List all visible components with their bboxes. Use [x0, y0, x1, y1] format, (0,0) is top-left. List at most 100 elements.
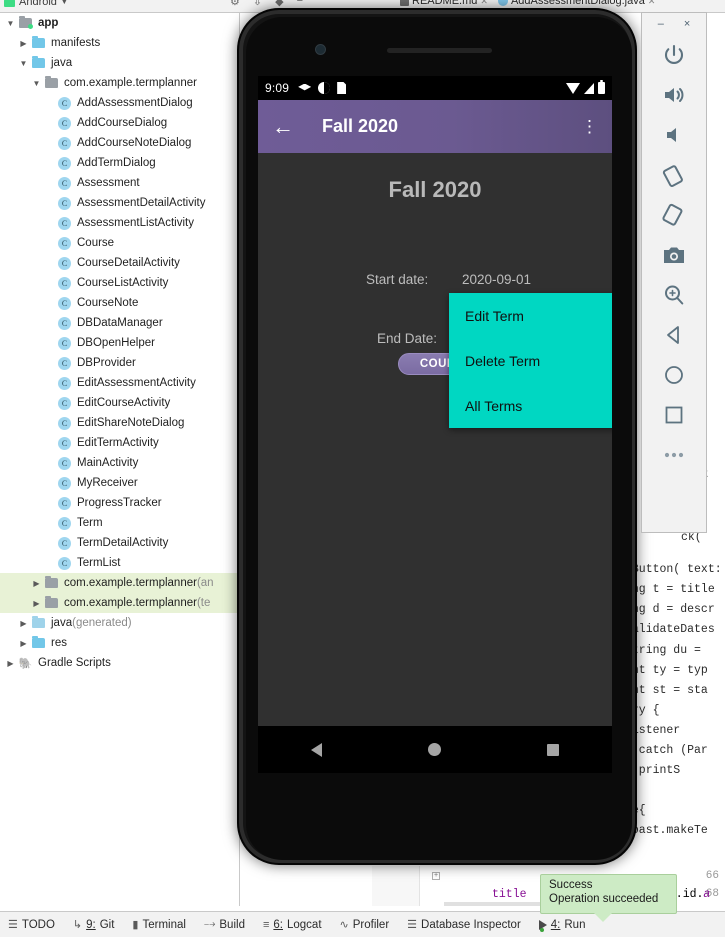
chevron-right-icon[interactable]	[30, 579, 43, 588]
overflow-menu-icon[interactable]: ⋮	[581, 118, 598, 135]
overview-icon[interactable]	[641, 395, 707, 435]
status-item-git[interactable]: ↳ 9: Git	[73, 918, 115, 932]
menu-item-all-terms[interactable]: All Terms	[449, 383, 612, 428]
chevron-right-icon[interactable]	[17, 619, 30, 628]
tree-item-courselistactivity[interactable]: C CourseListActivity	[0, 273, 240, 293]
tree-item-edittermactivity[interactable]: C EditTermActivity	[0, 433, 240, 453]
hide-icon[interactable]: −	[297, 0, 303, 8]
status-item-todo[interactable]: ☰ TODO	[8, 918, 55, 932]
notification-balloon[interactable]: Success Operation succeeded	[540, 874, 677, 914]
tree-item-java[interactable]: java	[0, 53, 240, 73]
tree-item-dbdatamanager[interactable]: C DBDataManager	[0, 313, 240, 333]
tree-item-suffix: (generated)	[72, 617, 132, 629]
status-item-database-inspector[interactable]: ☰ Database Inspector	[407, 918, 521, 932]
tree-item-manifests[interactable]: manifests	[0, 33, 240, 53]
code-fold-icon[interactable]: +	[432, 872, 440, 880]
chevron-right-icon[interactable]	[4, 659, 17, 668]
collapse-all-icon[interactable]: ⇩	[253, 0, 262, 8]
project-tree-panel[interactable]: app manifests java com.example.termplanner C…	[0, 13, 240, 906]
tree-item-addcoursenotedialog[interactable]: C AddCourseNoteDialog	[0, 133, 240, 153]
status-item-database-label: Database Inspector	[421, 918, 521, 931]
close-icon[interactable]: ✕	[648, 0, 656, 7]
code-line: Toast.makeTe	[625, 824, 708, 837]
status-item-run[interactable]: 4: Run	[538, 919, 585, 932]
tree-item-dbopenhelper[interactable]: C DBOpenHelper	[0, 333, 240, 353]
close-icon[interactable]: ✕	[480, 0, 488, 7]
tree-item-com-example-termplanner[interactable]: com.example.termplanner	[0, 73, 240, 93]
overflow-popup-menu[interactable]: Edit Term Delete Term All Terms	[449, 293, 612, 428]
more-icon[interactable]	[641, 435, 707, 475]
tree-item-coursedetailactivity[interactable]: C CourseDetailActivity	[0, 253, 240, 273]
start-date-label: Start date:	[366, 272, 429, 287]
arrow-back-icon[interactable]: ←	[272, 115, 294, 138]
tree-item-assessmentdetailactivity[interactable]: C AssessmentDetailActivity	[0, 193, 240, 213]
locate-icon[interactable]: ◆	[275, 0, 283, 8]
close-icon[interactable]: ×	[684, 18, 690, 30]
tab-addassessmentdialog[interactable]: AddAssessmentDialog.java ✕	[497, 0, 656, 7]
chevron-down-icon[interactable]	[17, 59, 30, 68]
back-nav-icon[interactable]	[311, 742, 322, 757]
tree-item-term[interactable]: C Term	[0, 513, 240, 533]
tree-item-addtermdialog[interactable]: C AddTermDialog	[0, 153, 240, 173]
chevron-down-icon[interactable]	[30, 79, 43, 88]
status-item-terminal[interactable]: ▮ Terminal	[132, 918, 186, 932]
settings-icon[interactable]: ⚙	[230, 0, 240, 8]
tree-item-label: TermDetailActivity	[77, 537, 169, 549]
tree-item-progresstracker[interactable]: C ProgressTracker	[0, 493, 240, 513]
zoom-icon[interactable]	[641, 275, 707, 315]
tree-item-res[interactable]: res	[0, 633, 240, 653]
home-icon[interactable]	[641, 355, 707, 395]
tree-item-mainactivity[interactable]: C MainActivity	[0, 453, 240, 473]
tree-item-editassessmentactivity[interactable]: C EditAssessmentActivity	[0, 373, 240, 393]
chevron-right-icon[interactable]	[17, 639, 30, 648]
status-item-build[interactable]: ⤍ Build	[204, 918, 245, 931]
status-item-git-prefix: 9:	[86, 918, 96, 931]
tab-readme[interactable]: README.md ✕	[400, 0, 488, 7]
volume-up-icon[interactable]	[641, 75, 707, 115]
tree-item-label: Assessment	[77, 177, 140, 189]
todo-icon: ☰	[8, 919, 18, 931]
tree-item-java[interactable]: java (generated)	[0, 613, 240, 633]
screenshot-camera-icon[interactable]	[641, 235, 707, 275]
power-icon[interactable]	[641, 35, 707, 75]
volume-down-icon[interactable]	[641, 115, 707, 155]
status-item-logcat[interactable]: ≡ 6: Logcat	[263, 919, 322, 931]
tree-item-addassessmentdialog[interactable]: C AddAssessmentDialog	[0, 93, 240, 113]
view-selector[interactable]: Android ▼	[4, 0, 68, 8]
back-icon[interactable]	[641, 315, 707, 355]
front-camera-icon	[315, 44, 326, 55]
tree-item-label: EditShareNoteDialog	[77, 417, 185, 429]
chevron-right-icon[interactable]	[17, 39, 30, 48]
home-nav-icon[interactable]	[428, 743, 441, 756]
tree-item-editsharenotedialog[interactable]: C EditShareNoteDialog	[0, 413, 240, 433]
status-item-profiler[interactable]: ∿ Profiler	[340, 918, 390, 932]
tree-item-editcourseactivity[interactable]: C EditCourseActivity	[0, 393, 240, 413]
tree-item-assessmentlistactivity[interactable]: C AssessmentListActivity	[0, 213, 240, 233]
tree-item-com-example-termplanner[interactable]: com.example.termplanner (an	[0, 573, 240, 593]
tree-item-assessment[interactable]: C Assessment	[0, 173, 240, 193]
tree-item-coursenote[interactable]: C CourseNote	[0, 293, 240, 313]
tree-item-termlist[interactable]: C TermList	[0, 553, 240, 573]
menu-item-edit-term[interactable]: Edit Term	[449, 293, 612, 338]
chevron-right-icon[interactable]	[30, 599, 43, 608]
class-icon: C	[56, 396, 73, 410]
tree-item-gradle-scripts[interactable]: 🐘 Gradle Scripts	[0, 653, 240, 673]
tree-item-com-example-termplanner[interactable]: com.example.termplanner (te	[0, 593, 240, 613]
tree-item-myreceiver[interactable]: C MyReceiver	[0, 473, 240, 493]
emulator-screen[interactable]: 9:09 ← Fall 2020 ⋮ Fall 2020 Start date:…	[258, 76, 612, 773]
rotate-right-icon[interactable]	[641, 195, 707, 235]
chevron-down-icon[interactable]	[4, 19, 17, 28]
tree-item-dbprovider[interactable]: C DBProvider	[0, 353, 240, 373]
class-icon: C	[56, 476, 73, 490]
menu-item-delete-term[interactable]: Delete Term	[449, 338, 612, 383]
code-line: validateDates	[625, 623, 715, 636]
tree-item-app[interactable]: app	[0, 13, 240, 33]
rotate-left-icon[interactable]	[641, 155, 707, 195]
recents-nav-icon[interactable]	[547, 743, 559, 756]
tree-item-addcoursedialog[interactable]: C AddCourseDialog	[0, 113, 240, 133]
tree-item-course[interactable]: C Course	[0, 233, 240, 253]
emulator-toolbar[interactable]: – ×	[641, 12, 707, 533]
minimize-icon[interactable]: –	[658, 18, 664, 30]
tree-item-termdetailactivity[interactable]: C TermDetailActivity	[0, 533, 240, 553]
class-icon: C	[56, 216, 73, 230]
